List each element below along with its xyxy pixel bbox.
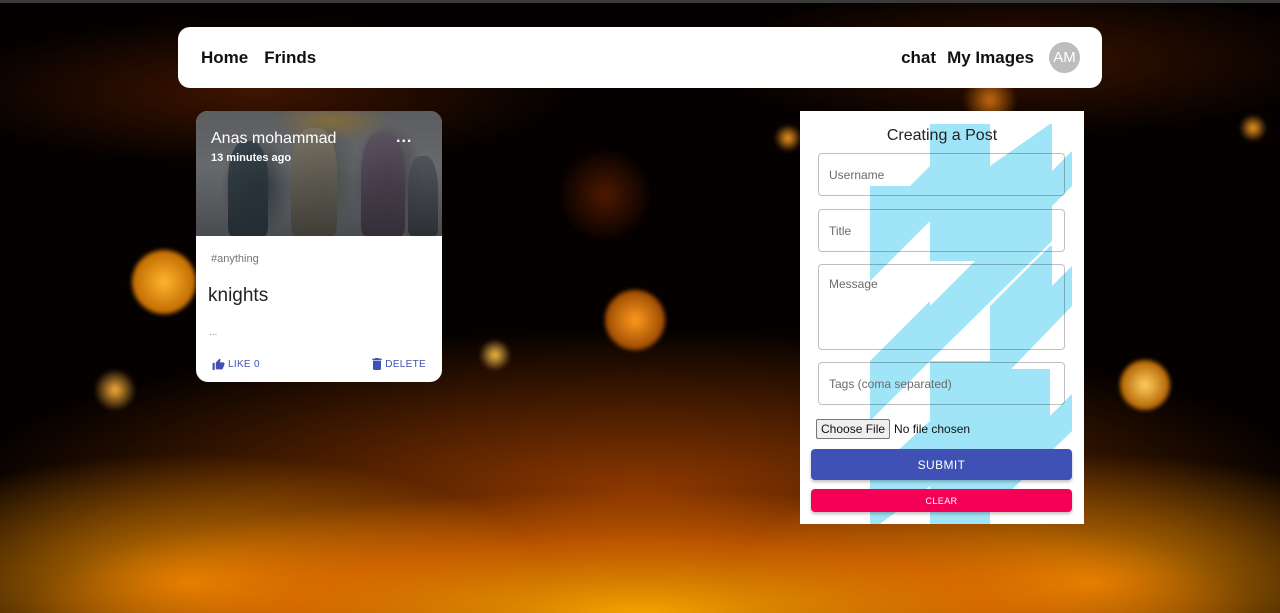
create-post-form: Creating a Post Choose File No file chos… xyxy=(800,111,1084,524)
message-textarea[interactable] xyxy=(818,264,1065,350)
bokeh-orb xyxy=(1120,360,1170,410)
like-label: LIKE 0 xyxy=(228,358,260,370)
nav-chat-link[interactable]: chat xyxy=(901,48,936,68)
top-navbar: Home Frinds chat My Images AM xyxy=(178,27,1102,88)
post-title: knights xyxy=(208,285,269,306)
username-input[interactable] xyxy=(818,153,1065,196)
nav-my-images-link[interactable]: My Images xyxy=(947,48,1034,68)
file-status: No file chosen xyxy=(894,422,971,436)
knight-figure xyxy=(361,132,405,236)
choose-file-button[interactable]: Choose File xyxy=(816,419,891,439)
tags-input[interactable] xyxy=(818,362,1065,405)
bokeh-orb xyxy=(1240,115,1266,141)
like-button[interactable]: LIKE 0 xyxy=(212,358,260,370)
delete-button[interactable]: DELETE xyxy=(372,358,426,370)
file-upload: Choose File No file chosen xyxy=(816,419,970,439)
bokeh-orb xyxy=(560,150,650,240)
post-image: Anas mohammad 13 minutes ago ... xyxy=(196,111,442,236)
knight-figure xyxy=(408,156,438,236)
submit-button[interactable]: SUBMIT xyxy=(811,449,1072,480)
clear-button[interactable]: CLEAR xyxy=(811,489,1072,512)
form-title: Creating a Post xyxy=(886,127,998,144)
bokeh-orb xyxy=(132,250,196,314)
post-author: Anas mohammad xyxy=(211,130,337,147)
bokeh-orb xyxy=(480,340,510,370)
trash-icon xyxy=(372,358,382,370)
nav-left-group: Home Frinds xyxy=(201,48,332,68)
post-card: Anas mohammad 13 minutes ago ... #anythi… xyxy=(196,111,442,382)
post-timestamp: 13 minutes ago xyxy=(211,152,292,164)
post-actions: LIKE 0 DELETE xyxy=(212,358,426,370)
nav-right-group: chat My Images AM xyxy=(890,42,1080,73)
post-tags: #anything xyxy=(211,253,259,265)
bokeh-orb xyxy=(605,290,665,350)
post-message: ... xyxy=(209,327,218,338)
user-avatar[interactable]: AM xyxy=(1049,42,1080,73)
nav-home-link[interactable]: Home xyxy=(201,48,248,68)
bokeh-orb xyxy=(95,370,135,410)
bokeh-orb xyxy=(775,125,801,151)
delete-label: DELETE xyxy=(385,358,426,370)
thumb-up-icon xyxy=(212,358,225,370)
nav-friends-link[interactable]: Frinds xyxy=(264,48,316,68)
title-input[interactable] xyxy=(818,209,1065,252)
post-more-button[interactable]: ... xyxy=(396,129,412,147)
browser-top-edge xyxy=(0,0,1280,3)
